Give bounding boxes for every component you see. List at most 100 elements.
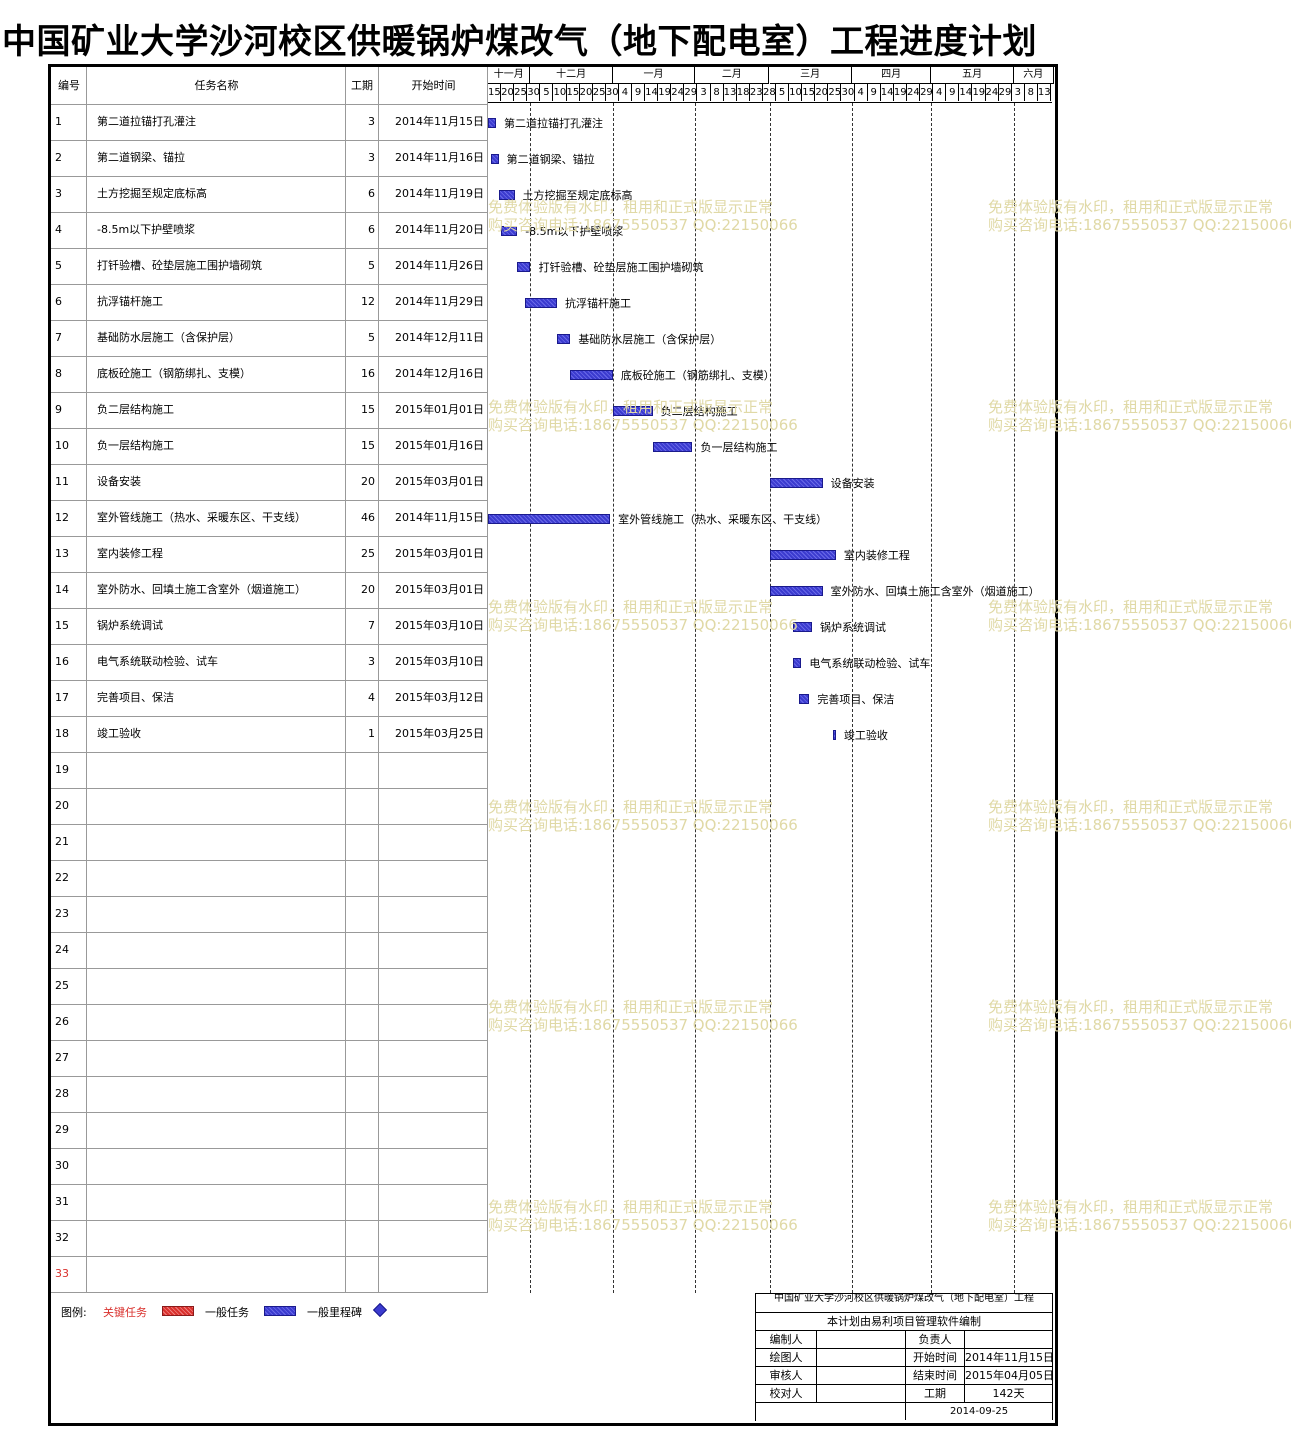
task-duration (345, 1220, 375, 1256)
task-duration (345, 1256, 375, 1292)
milestone-diamond-icon (372, 1302, 388, 1318)
task-id: 19 (55, 763, 69, 776)
task-start: 2015年03月12日 (395, 691, 484, 704)
month-label: 十二月 (530, 67, 613, 84)
task-duration: 5 (368, 259, 375, 272)
day-tick-label: 15 (488, 84, 502, 101)
day-tick-label: 19 (972, 84, 986, 101)
month-gridline (769, 103, 771, 1293)
tb-project: 中国矿业大学沙河校区供暖锅炉煤改气（地下配电室）工程 (756, 1294, 1053, 1313)
task-name: -8.5m以下护壁喷浆 (97, 223, 196, 236)
task-bar (612, 406, 653, 416)
task-start: 2014年11月16日 (395, 151, 484, 164)
task-start: 2015年03月01日 (395, 475, 484, 488)
task-duration: 46 (361, 511, 375, 524)
table-row: 3 土方挖掘至规定底标高 6 2014年11月19日 (51, 176, 488, 213)
task-duration: 4 (368, 691, 375, 704)
task-start: 2014年12月16日 (395, 367, 484, 380)
task-bar-label: 室外管线施工（热水、采暖东区、干支线） (618, 513, 828, 526)
task-start: 2014年11月19日 (395, 187, 484, 200)
task-duration: 7 (368, 619, 375, 632)
task-start (381, 1184, 484, 1220)
task-duration: 3 (368, 115, 375, 128)
task-start: 2015年03月01日 (395, 583, 484, 596)
legend-milestone-label: 一般里程碑 (307, 1306, 362, 1319)
task-start: 2014年11月20日 (395, 223, 484, 236)
table-row: 6 抗浮锚杆施工 12 2014年11月29日 (51, 284, 488, 321)
day-tick-label: 8 (1025, 84, 1038, 101)
table-row: 4 -8.5m以下护壁喷浆 6 2014年11月20日 (51, 212, 488, 249)
tb-leader: 负责人 (906, 1331, 965, 1349)
day-tick-label: 19 (658, 84, 672, 101)
task-name: 完善项目、保洁 (97, 691, 174, 704)
task-id: 11 (55, 475, 69, 488)
task-id: 9 (55, 403, 62, 416)
tb-date: 2014-09-25 (906, 1403, 1053, 1420)
header-rule (488, 102, 1052, 103)
day-tick-label: 9 (868, 84, 881, 101)
table-row: 9 负二层结构施工 15 2015年01月01日 (51, 392, 488, 429)
task-name (97, 1076, 347, 1112)
day-tick-label: 4 (933, 84, 947, 101)
task-id: 14 (55, 583, 69, 596)
task-id: 8 (55, 367, 62, 380)
table-row: 32 (51, 1220, 488, 1257)
day-tick-label: 30 (606, 84, 619, 101)
month-label: 六月 (1013, 67, 1054, 84)
day-tick-label: 13 (1038, 84, 1051, 101)
task-id: 18 (55, 727, 69, 740)
task-bar (798, 694, 810, 704)
table-row: 1 第二道拉锚打孔灌注 3 2014年11月15日 (51, 104, 488, 141)
task-id: 25 (55, 979, 69, 992)
tb-drawer: 绘图人 (756, 1349, 817, 1367)
task-duration: 20 (361, 583, 375, 596)
legend-critical-label: 关键任务 (103, 1306, 147, 1319)
table-row: 20 (51, 788, 488, 825)
task-id: 33 (55, 1267, 69, 1280)
task-id: 21 (55, 835, 69, 848)
task-bar (488, 514, 611, 524)
task-bar (769, 586, 823, 596)
task-start: 2015年01月01日 (395, 403, 484, 416)
task-name: 设备安装 (97, 475, 141, 488)
tb-end-value: 2015年04月05日 (965, 1367, 1053, 1385)
day-tick-label: 5 (540, 84, 554, 101)
day-tick-label: 19 (894, 84, 907, 101)
task-duration (345, 1184, 375, 1220)
task-bar-label: 基础防水层施工（含保护层） (578, 333, 722, 346)
month-gridline (695, 103, 697, 1293)
task-duration: 15 (361, 439, 375, 452)
task-bar (490, 154, 499, 164)
table-row: 14 室外防水、回填土施工含室外（烟道施工） 20 2015年03月01日 (51, 572, 488, 609)
table-row: 25 (51, 968, 488, 1005)
task-start: 2014年11月15日 (395, 511, 484, 524)
task-bar-label: 负一层结构施工 (700, 441, 778, 454)
day-tick-label: 24 (986, 84, 999, 101)
legend: 图例: 关键任务 一般任务 一般里程碑 (51, 1294, 755, 1334)
task-bar (525, 298, 558, 308)
month-gridline (1013, 103, 1015, 1293)
header-start: 开始时间 (411, 79, 456, 92)
month-label: 一月 (612, 67, 696, 84)
tb-start-label: 开始时间 (906, 1349, 965, 1367)
title-block: 中国矿业大学沙河校区供暖锅炉煤改气（地下配电室）工程 本计划由易利项目管理软件编… (755, 1293, 1053, 1421)
day-tick-label: 29 (684, 84, 698, 101)
task-start: 2015年03月10日 (395, 655, 484, 668)
task-bar (498, 190, 515, 200)
task-bar (793, 622, 812, 632)
task-bar-label: 第二道拉锚打孔灌注 (503, 117, 603, 130)
task-bar-label: 电气系统联动检验、试车 (809, 657, 931, 670)
task-start (381, 788, 484, 824)
table-row: 8 底板砼施工（钢筋绑扎、支模） 16 2014年12月16日 (51, 356, 488, 393)
task-id: 5 (55, 259, 62, 272)
task-name: 打钎验槽、砼垫层施工围护墙砌筑 (97, 259, 262, 272)
task-id: 28 (55, 1087, 69, 1100)
day-tick-label: 29 (999, 84, 1012, 101)
task-duration: 12 (361, 295, 375, 308)
task-duration (345, 1148, 375, 1184)
task-name (97, 788, 347, 824)
tb-software: 本计划由易利项目管理软件编制 (756, 1313, 1053, 1331)
task-bar-label: 设备安装 (830, 477, 875, 490)
task-name: 土方挖掘至规定底标高 (97, 187, 207, 200)
task-id: 2 (55, 151, 62, 164)
